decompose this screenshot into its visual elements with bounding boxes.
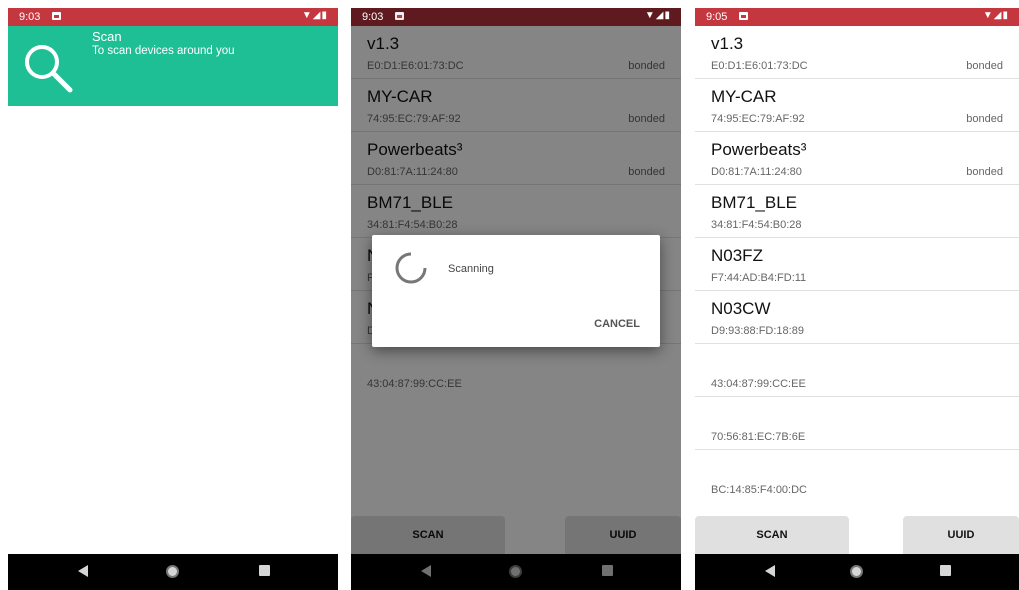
list-item[interactable]: BC:14:85:F4:00:DC <box>695 450 1019 502</box>
device-name: v1.3 <box>711 34 744 53</box>
search-icon <box>25 45 73 93</box>
nav-bar <box>8 554 338 590</box>
device-address: BC:14:85:F4:00:DC <box>711 484 807 496</box>
device-address: E0:D1:E6:01:73:DC <box>711 60 808 72</box>
status-time: 9:03 <box>19 11 41 23</box>
recents-icon[interactable] <box>940 565 951 576</box>
device-name: N03FZ <box>711 246 763 265</box>
status-bar: 9:05 ▼◢▮ <box>695 8 1019 26</box>
device-address: 43:04:87:99:CC:EE <box>711 378 806 390</box>
list-item[interactable]: MY-CAR 74:95:EC:79:AF:92 bonded <box>695 79 1019 132</box>
device-address: 70:56:81:EC:7B:6E <box>711 431 806 443</box>
device-name: Powerbeats³ <box>711 140 807 159</box>
list-item[interactable]: N03FZ F7:44:AD:B4:FD:11 <box>695 238 1019 291</box>
phone-screen-scan-home: 9:03 ▼◢▮ Scan To scan devices around you <box>8 8 338 590</box>
device-address: D9:93:88:FD:18:89 <box>711 325 804 337</box>
bond-status: bonded <box>966 166 1003 178</box>
scan-subtitle: To scan devices around you <box>92 45 235 57</box>
list-item[interactable]: 70:56:81:EC:7B:6E <box>695 397 1019 450</box>
scanning-dialog: Scanning CANCEL <box>372 235 660 347</box>
back-icon[interactable] <box>78 565 88 577</box>
bond-status: bonded <box>966 113 1003 125</box>
device-name: N03CW <box>711 299 771 318</box>
home-icon[interactable] <box>850 565 863 578</box>
device-list: v1.3 E0:D1:E6:01:73:DC bonded MY-CAR 74:… <box>695 26 1019 502</box>
image-icon <box>739 12 748 20</box>
spinner-icon <box>395 252 427 284</box>
device-address: 34:81:F4:54:B0:28 <box>711 219 802 231</box>
home-icon[interactable] <box>166 565 179 578</box>
dialog-message: Scanning <box>448 263 494 275</box>
list-item[interactable]: v1.3 E0:D1:E6:01:73:DC bonded <box>695 26 1019 79</box>
status-bar: 9:03 ▼◢▮ <box>351 8 681 26</box>
device-address: 74:95:EC:79:AF:92 <box>711 113 805 125</box>
status-time: 9:03 <box>362 11 384 23</box>
list-item[interactable]: 43:04:87:99:CC:EE <box>695 344 1019 397</box>
scan-title: Scan <box>92 29 122 44</box>
list-item[interactable]: N03CW D9:93:88:FD:18:89 <box>695 291 1019 344</box>
scan-button[interactable]: SCAN <box>695 516 849 554</box>
back-icon[interactable] <box>765 565 775 577</box>
phone-screen-scanning: v1.3 E0:D1:E6:01:73:DC bonded MY-CAR 74:… <box>351 8 681 590</box>
phone-screen-device-list: 9:05 ▼◢▮ v1.3 E0:D1:E6:01:73:DC bonded M… <box>695 8 1019 590</box>
status-system-icons: ▼◢▮ <box>301 10 328 21</box>
status-system-icons: ▼◢▮ <box>644 10 671 21</box>
device-name: MY-CAR <box>711 87 777 106</box>
cancel-button[interactable]: CANCEL <box>594 318 640 330</box>
uuid-button[interactable]: UUID <box>903 516 1019 554</box>
device-name: BM71_BLE <box>711 193 797 212</box>
device-address: F7:44:AD:B4:FD:11 <box>711 272 807 284</box>
status-system-icons: ▼◢▮ <box>982 10 1009 21</box>
status-time: 9:05 <box>706 11 728 23</box>
device-address: D0:81:7A:11:24:80 <box>711 166 802 178</box>
list-item[interactable]: BM71_BLE 34:81:F4:54:B0:28 <box>695 185 1019 238</box>
image-icon <box>52 12 61 20</box>
bond-status: bonded <box>966 60 1003 72</box>
scan-card[interactable]: Scan To scan devices around you <box>8 26 338 106</box>
status-bar: 9:03 ▼◢▮ <box>8 8 338 26</box>
nav-bar <box>695 554 1019 590</box>
recents-icon[interactable] <box>259 565 270 576</box>
image-icon <box>395 12 404 20</box>
list-item[interactable]: Powerbeats³ D0:81:7A:11:24:80 bonded <box>695 132 1019 185</box>
